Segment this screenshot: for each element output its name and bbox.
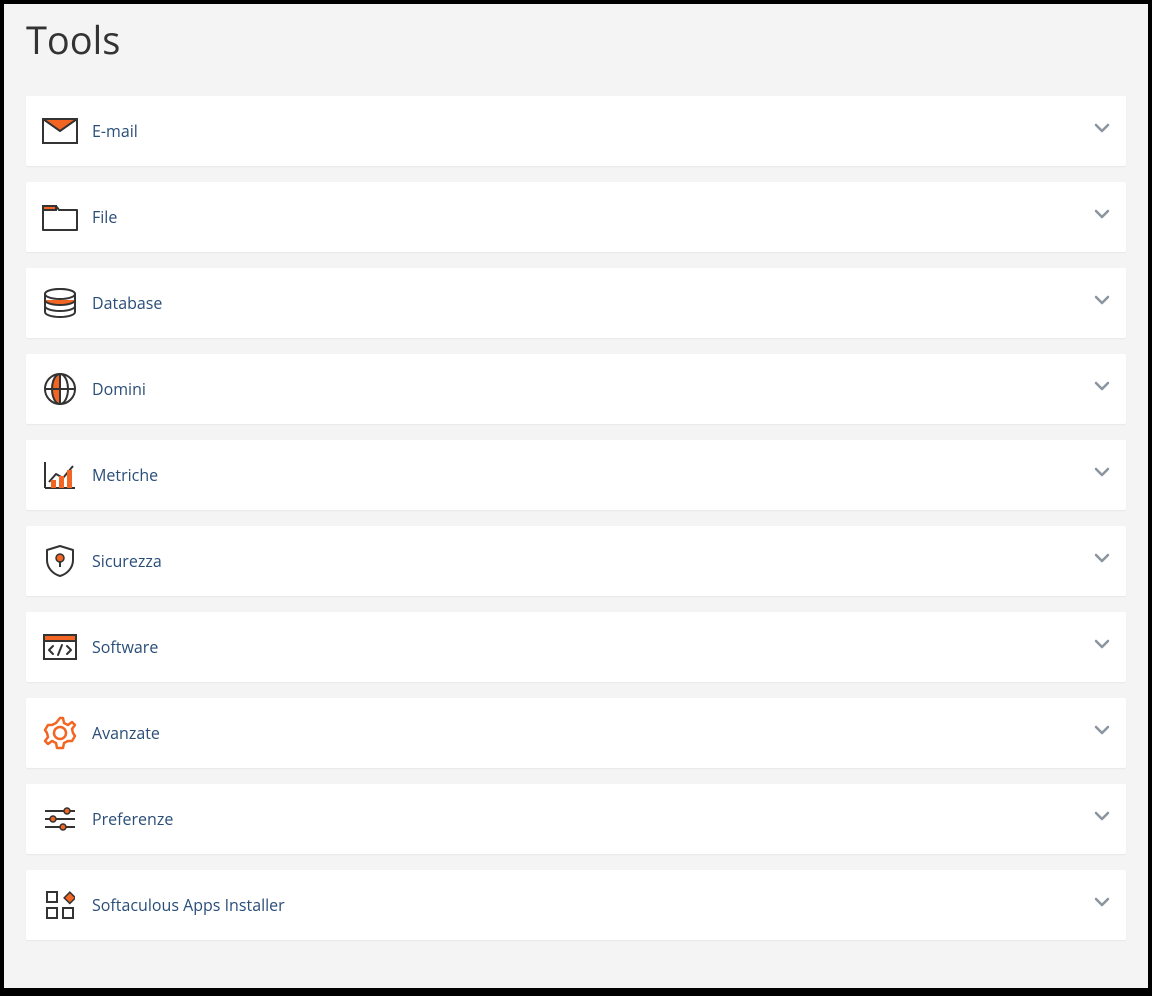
shield-icon [42, 543, 78, 579]
panel-avanzate[interactable]: Avanzate [26, 698, 1126, 768]
panel-file[interactable]: File [26, 182, 1126, 252]
panel-domini[interactable]: Domini [26, 354, 1126, 424]
panel-label: E-mail [92, 120, 1094, 142]
panel-label: File [92, 206, 1094, 228]
panel-label: Metriche [92, 464, 1094, 486]
chart-icon [42, 457, 78, 493]
tools-page: Tools E-mail File [4, 4, 1148, 988]
panel-preferenze[interactable]: Preferenze [26, 784, 1126, 854]
panel-label: Preferenze [92, 808, 1094, 830]
email-icon [42, 113, 78, 149]
panel-software[interactable]: Software [26, 612, 1126, 682]
chevron-down-icon [1094, 639, 1110, 655]
chevron-down-icon [1094, 209, 1110, 225]
panel-label: Avanzate [92, 722, 1094, 744]
chevron-down-icon [1094, 381, 1110, 397]
file-icon [42, 199, 78, 235]
panel-label: Sicurezza [92, 550, 1094, 572]
globe-icon [42, 371, 78, 407]
page-title: Tools [26, 14, 1148, 66]
code-icon [42, 629, 78, 665]
panel-metriche[interactable]: Metriche [26, 440, 1126, 510]
panel-label: Softaculous Apps Installer [92, 894, 1094, 916]
panel-label: Software [92, 636, 1094, 658]
panel-email[interactable]: E-mail [26, 96, 1126, 166]
panel-label: Database [92, 292, 1094, 314]
chevron-down-icon [1094, 811, 1110, 827]
chevron-down-icon [1094, 295, 1110, 311]
gear-icon [42, 715, 78, 751]
chevron-down-icon [1094, 897, 1110, 913]
chevron-down-icon [1094, 553, 1110, 569]
panel-softaculous[interactable]: Softaculous Apps Installer [26, 870, 1126, 940]
panel-database[interactable]: Database [26, 268, 1126, 338]
panel-label: Domini [92, 378, 1094, 400]
sliders-icon [42, 801, 78, 837]
chevron-down-icon [1094, 725, 1110, 741]
chevron-down-icon [1094, 467, 1110, 483]
apps-icon [42, 887, 78, 923]
panel-sicurezza[interactable]: Sicurezza [26, 526, 1126, 596]
chevron-down-icon [1094, 123, 1110, 139]
database-icon [42, 285, 78, 321]
